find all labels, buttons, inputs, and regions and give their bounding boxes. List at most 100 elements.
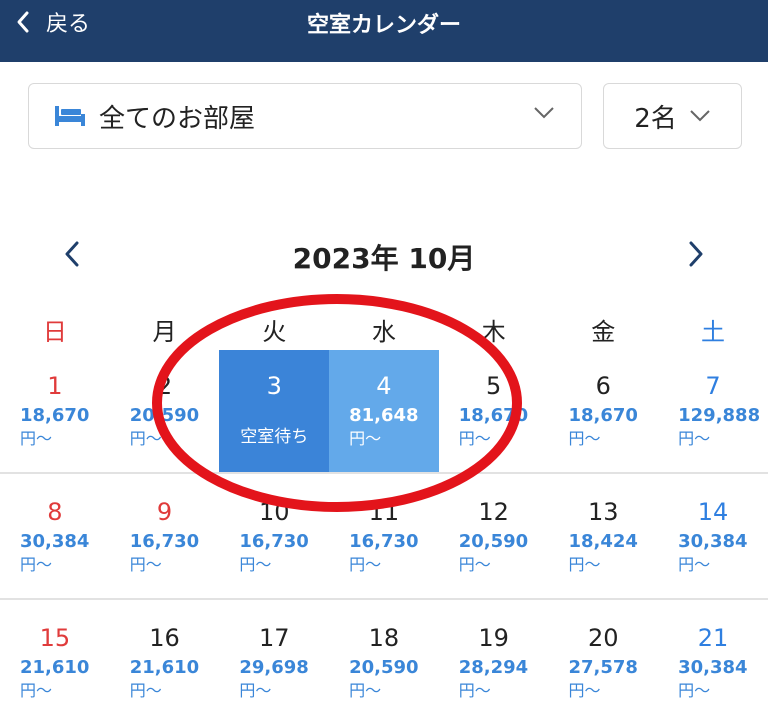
day-number: 15 bbox=[39, 624, 71, 652]
price-suffix: 円〜 bbox=[458, 429, 491, 448]
day-cell[interactable]: 21 30,384 円〜 bbox=[658, 602, 768, 726]
calendar-week: 8 30,384 円〜 9 16,730 円〜 10 16,730 円〜 11 … bbox=[0, 476, 768, 600]
day-cell[interactable]: 16 21,610 円〜 bbox=[110, 602, 220, 726]
day-cell[interactable]: 12 20,590 円〜 bbox=[439, 476, 549, 600]
price-suffix: 円〜 bbox=[20, 681, 53, 700]
day-cell[interactable]: 1 18,670 円〜 bbox=[0, 350, 110, 474]
day-number: 17 bbox=[258, 624, 290, 652]
day-cell[interactable]: 2 20,590 円〜 bbox=[110, 350, 220, 474]
day-cell[interactable]: 13 18,424 円〜 bbox=[548, 476, 658, 600]
day-number: 5 bbox=[485, 372, 502, 400]
week-divider bbox=[0, 598, 768, 600]
calendar-week: 1 18,670 円〜 2 20,590 円〜 3 空室待ち 4 81,648 … bbox=[0, 350, 768, 474]
day-price: 18,670 bbox=[568, 405, 638, 426]
day-price: 16,730 bbox=[239, 531, 309, 552]
day-number: 3 bbox=[266, 372, 282, 400]
price-suffix: 円〜 bbox=[458, 555, 491, 574]
price-suffix: 円〜 bbox=[568, 555, 601, 574]
day-price: 20,590 bbox=[458, 531, 529, 552]
weekday-wed: 水 bbox=[371, 318, 396, 346]
weekday-header: 日 月 火 水 木 金 土 bbox=[0, 312, 768, 348]
day-number: 18 bbox=[368, 624, 400, 652]
weekday-mon: 月 bbox=[152, 318, 177, 346]
price-suffix: 円〜 bbox=[129, 681, 162, 700]
day-cell[interactable]: 15 21,610 円〜 bbox=[0, 602, 110, 726]
day-price: 16,730 bbox=[129, 531, 200, 552]
day-price: 18,424 bbox=[568, 531, 638, 552]
price-suffix: 円〜 bbox=[239, 555, 272, 574]
day-cell[interactable]: 8 30,384 円〜 bbox=[0, 476, 110, 600]
price-suffix: 円〜 bbox=[678, 681, 711, 700]
day-price: 18,670 bbox=[458, 405, 529, 426]
price-suffix: 円〜 bbox=[349, 555, 382, 574]
day-price: 21,610 bbox=[20, 657, 90, 678]
weekday-tue: 火 bbox=[262, 318, 287, 346]
day-cell[interactable]: 10 16,730 円〜 bbox=[219, 476, 329, 600]
filter-bar: 全てのお部屋 2名 bbox=[28, 83, 742, 153]
day-number: 6 bbox=[595, 372, 611, 400]
price-suffix: 円〜 bbox=[678, 555, 711, 574]
page-title: 空室カレンダー bbox=[306, 13, 461, 38]
price-suffix: 円〜 bbox=[458, 681, 491, 700]
price-suffix: 円〜 bbox=[239, 681, 272, 700]
day-number: 20 bbox=[588, 624, 619, 652]
day-status: 空室待ち bbox=[240, 427, 309, 447]
day-number: 19 bbox=[478, 624, 509, 652]
day-number: 7 bbox=[705, 372, 721, 400]
weekday-sat: 土 bbox=[700, 318, 725, 346]
month-nav: 2023年 10月 bbox=[0, 232, 768, 276]
day-price: 20,590 bbox=[349, 657, 419, 678]
weekday-fri: 金 bbox=[591, 318, 616, 346]
day-number: 1 bbox=[47, 372, 63, 400]
room-select-value: 全てのお部屋 bbox=[99, 103, 256, 134]
day-number: 2 bbox=[156, 372, 173, 400]
calendar-week: 15 21,610 円〜 16 21,610 円〜 17 29,698 円〜 1… bbox=[0, 602, 768, 726]
app-header: 戻る 空室カレンダー bbox=[0, 0, 768, 62]
day-cell[interactable]: 14 30,384 円〜 bbox=[658, 476, 768, 600]
day-price: 129,888 bbox=[678, 405, 761, 426]
day-cell-selected-end[interactable]: 4 81,648 円〜 bbox=[329, 350, 439, 474]
day-cell[interactable]: 7 129,888 円〜 bbox=[658, 350, 768, 474]
next-month-button[interactable] bbox=[686, 240, 706, 268]
day-number: 12 bbox=[478, 498, 509, 526]
day-price: 30,384 bbox=[678, 657, 748, 678]
day-cell[interactable]: 17 29,698 円〜 bbox=[219, 602, 329, 726]
day-price: 27,578 bbox=[568, 657, 638, 678]
day-price: 29,698 bbox=[239, 657, 309, 678]
price-suffix: 円〜 bbox=[129, 555, 162, 574]
day-price: 28,294 bbox=[458, 657, 529, 678]
day-number: 8 bbox=[47, 498, 63, 526]
chevron-down-icon bbox=[690, 110, 710, 122]
day-price: 18,670 bbox=[20, 405, 90, 426]
price-suffix: 円〜 bbox=[129, 429, 162, 448]
day-number: 11 bbox=[368, 498, 400, 526]
day-cell-selected-start[interactable]: 3 空室待ち bbox=[219, 350, 330, 474]
day-price: 30,384 bbox=[20, 531, 90, 552]
price-suffix: 円〜 bbox=[20, 555, 53, 574]
price-suffix: 円〜 bbox=[568, 681, 601, 700]
chevron-down-icon bbox=[534, 107, 554, 119]
guest-select-value: 2名 bbox=[634, 103, 677, 134]
weekday-thu: 木 bbox=[481, 318, 506, 346]
price-suffix: 円〜 bbox=[568, 429, 601, 448]
bed-icon bbox=[55, 106, 85, 126]
day-cell[interactable]: 5 18,670 円〜 bbox=[439, 350, 549, 474]
day-number: 9 bbox=[156, 498, 173, 526]
day-number: 21 bbox=[697, 624, 729, 652]
day-cell[interactable]: 20 27,578 円〜 bbox=[548, 602, 658, 726]
room-select[interactable]: 全てのお部屋 bbox=[28, 83, 582, 149]
month-label: 2023年 10月 bbox=[292, 242, 476, 275]
day-price: 20,590 bbox=[129, 405, 200, 426]
guest-select[interactable]: 2名 bbox=[603, 83, 742, 149]
price-suffix: 円〜 bbox=[349, 681, 382, 700]
day-number: 10 bbox=[258, 498, 290, 526]
day-cell[interactable]: 18 20,590 円〜 bbox=[329, 602, 439, 726]
day-cell[interactable]: 9 16,730 円〜 bbox=[110, 476, 220, 600]
day-number: 16 bbox=[149, 624, 180, 652]
day-cell[interactable]: 11 16,730 円〜 bbox=[329, 476, 439, 600]
day-cell[interactable]: 6 18,670 円〜 bbox=[548, 350, 658, 474]
day-cell[interactable]: 19 28,294 円〜 bbox=[439, 602, 549, 726]
price-suffix: 円〜 bbox=[678, 429, 711, 448]
day-price: 30,384 bbox=[678, 531, 748, 552]
day-number: 14 bbox=[697, 498, 729, 526]
